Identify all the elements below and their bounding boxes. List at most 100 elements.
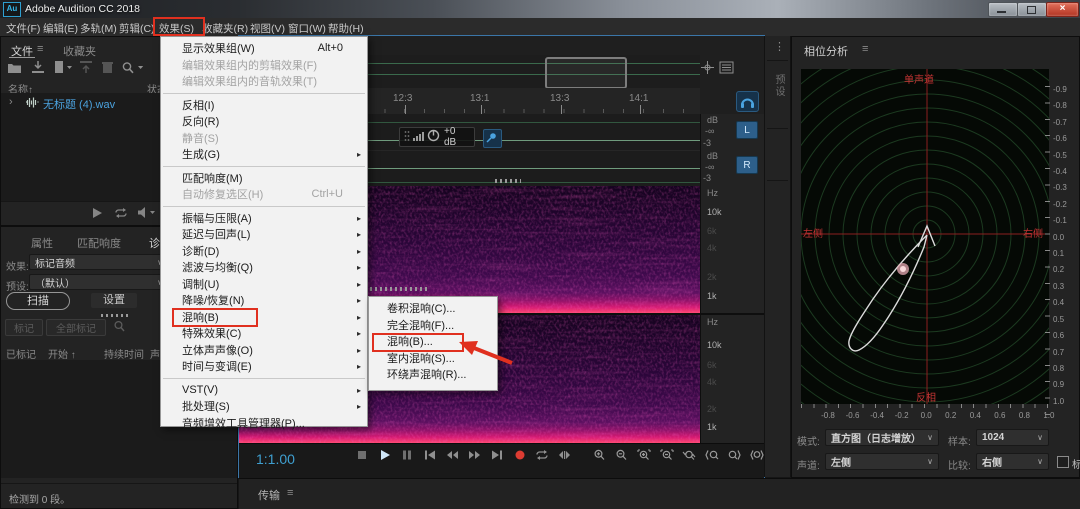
zoom-to-selection-in-button[interactable] [701, 449, 724, 464]
menu-favorites[interactable]: 收藏夹(R) [202, 21, 248, 36]
gain-hud[interactable]: +0 dB [399, 127, 475, 147]
file-name[interactable]: 无标题 (4).wav [43, 96, 115, 112]
pin-hud-button[interactable] [483, 129, 502, 148]
left-channel-button[interactable]: L [736, 121, 758, 139]
menu-clip[interactable]: 剪辑(C) [119, 21, 155, 36]
tab-properties[interactable]: 属性 [31, 235, 53, 251]
phase-panel-menu-icon[interactable]: ≡ [862, 43, 868, 55]
stop-button[interactable] [351, 449, 374, 464]
menu-edit[interactable]: 编辑(E) [43, 21, 78, 36]
hud-grip-icon[interactable] [404, 130, 410, 145]
effects-menu-item-16[interactable]: 特殊效果(C)▸ [161, 325, 367, 342]
search-icon[interactable] [121, 61, 147, 78]
effects-menu-item-5[interactable]: 静音(S) [161, 130, 367, 147]
menu-view[interactable]: 视图(V) [250, 21, 285, 36]
effects-menu-item-20[interactable]: 批处理(S)▸ [161, 398, 367, 415]
menu-multitrack[interactable]: 多轨(M) [80, 21, 117, 36]
pause-button[interactable] [396, 449, 419, 464]
menu-file[interactable]: 文件(F) [6, 21, 40, 36]
skip-playhead-button[interactable] [554, 449, 577, 464]
preset-dropdown[interactable]: （默认） ∨ [29, 274, 169, 290]
new-file-icon[interactable] [54, 61, 72, 77]
splitter-grip[interactable] [495, 179, 521, 183]
skip-to-start-button[interactable] [419, 449, 442, 464]
gain-value[interactable]: +0 dB [444, 126, 470, 148]
menu-window[interactable]: 窗口(W) [288, 21, 326, 36]
phase-scope[interactable] [801, 69, 1049, 404]
effects-menu-item-reverb[interactable]: 混响(B)▸ [161, 309, 367, 326]
tab-favorites[interactable]: 收藏夹 [63, 43, 96, 59]
zoom-out-time-button[interactable] [656, 449, 679, 464]
skip-to-end-button[interactable] [486, 449, 509, 464]
effects-menu-item-3[interactable]: 反相(I) [161, 97, 367, 114]
tab-match-loudness[interactable]: 匹配响度 [77, 235, 121, 251]
zoom-in-button[interactable] [588, 449, 611, 464]
preview-loop-icon[interactable] [114, 207, 128, 222]
effects-menu-item-21[interactable]: 音频增效工具管理器(P)... [161, 415, 367, 432]
open-folder-icon[interactable] [7, 61, 22, 77]
column-duration[interactable]: 持续时间 [104, 346, 144, 361]
effects-menu-item-6[interactable]: 生成(G)▸ [161, 146, 367, 163]
collapsed-presets-tab[interactable]: 预设 [771, 74, 786, 98]
time-display[interactable]: 1:1.00 [256, 451, 295, 467]
submenu-item-convolution-reverb[interactable]: 卷积混响(C)... [369, 300, 497, 317]
effects-menu-item-14[interactable]: 降噪/恢复(N)▸ [161, 292, 367, 309]
effects-menu-item-18[interactable]: 时间与变调(E)▸ [161, 358, 367, 375]
gain-knob-icon[interactable] [427, 129, 440, 145]
column-marked[interactable]: 已标记 [6, 346, 36, 361]
fast-forward-button[interactable] [464, 449, 487, 464]
trash-icon[interactable] [101, 61, 114, 77]
effects-menu-item-17[interactable]: 立体声声像(O)▸ [161, 342, 367, 359]
overview-range-selector[interactable] [545, 57, 627, 89]
loop-playback-button[interactable] [531, 449, 554, 464]
search-marks-icon[interactable] [113, 320, 126, 336]
menu-help[interactable]: 帮助(H) [328, 21, 364, 36]
effects-menu-item-10[interactable]: 延迟与回声(L)▸ [161, 226, 367, 243]
right-channel-button[interactable]: R [736, 156, 758, 174]
expand-row-icon[interactable]: › [9, 96, 13, 108]
effects-menu-item-0[interactable]: 显示效果组(W)Alt+0 [161, 40, 367, 57]
close-button[interactable]: × [1046, 2, 1079, 17]
rewind-button[interactable] [441, 449, 464, 464]
effects-menu-item-13[interactable]: 调制(U)▸ [161, 276, 367, 293]
normalize-checkbox[interactable] [1057, 456, 1069, 468]
export-icon[interactable] [79, 61, 94, 77]
submenu-item-full-reverb[interactable]: 完全混响(F)... [369, 317, 497, 334]
record-button[interactable] [509, 449, 532, 464]
effects-menu-item-19[interactable]: VST(V)▸ [161, 382, 367, 399]
effects-menu-item-7[interactable]: 匹配响度(M) [161, 170, 367, 187]
zoom-reset-button[interactable] [678, 449, 701, 464]
scan-button[interactable]: 扫描 [6, 292, 70, 310]
splitter-grip[interactable] [101, 314, 129, 317]
effects-menu-item-8[interactable]: 自动修复选区(H)Ctrl+U [161, 186, 367, 203]
samples-dropdown[interactable]: 1024 ∨ [976, 429, 1049, 446]
channel-dropdown[interactable]: 左侧 ∨ [825, 453, 939, 470]
zoom-in-time-button[interactable] [633, 449, 656, 464]
zoom-to-selection-out-button[interactable] [723, 449, 746, 464]
mark-button[interactable]: 标记 [5, 319, 43, 336]
compare-dropdown[interactable]: 右侧 ∨ [976, 453, 1049, 470]
effects-menu-item-4[interactable]: 反向(R) [161, 113, 367, 130]
play-button[interactable] [374, 449, 397, 464]
splitter-grip[interactable] [365, 287, 429, 291]
settings-button[interactable]: 设置 [91, 293, 137, 308]
import-file-icon[interactable] [31, 61, 46, 77]
effects-menu-item-11[interactable]: 诊断(D)▸ [161, 243, 367, 260]
maximize-button[interactable] [1017, 2, 1047, 17]
spot-heal-icon[interactable] [700, 60, 715, 78]
auto-play-speaker-icon[interactable] [137, 206, 157, 222]
panel-options-icon[interactable]: ⋮ [774, 40, 785, 53]
mark-all-button[interactable]: 全部标记 [46, 319, 106, 336]
effects-menu-item-12[interactable]: 滤波与均衡(Q)▸ [161, 259, 367, 276]
minimize-button[interactable] [988, 2, 1018, 17]
effects-menu-item-2[interactable]: 编辑效果组内的音轨效果(T) [161, 73, 367, 90]
submenu-item-surround-reverb[interactable]: 环绕声混响(R)... [369, 366, 497, 383]
effects-menu-item-9[interactable]: 振幅与压限(A)▸ [161, 210, 367, 227]
column-start[interactable]: 开始 ↑ [48, 346, 76, 361]
effect-dropdown[interactable]: 标记音频 ∨ [29, 254, 169, 270]
mode-dropdown[interactable]: 直方图（日志增放） ∨ [825, 429, 939, 446]
files-panel-menu-icon[interactable]: ≡ [37, 43, 43, 55]
editor-menu-icon[interactable] [719, 60, 734, 78]
preview-play-icon[interactable] [91, 207, 103, 222]
effects-menu-item-1[interactable]: 编辑效果组内的剪辑效果(F) [161, 57, 367, 74]
